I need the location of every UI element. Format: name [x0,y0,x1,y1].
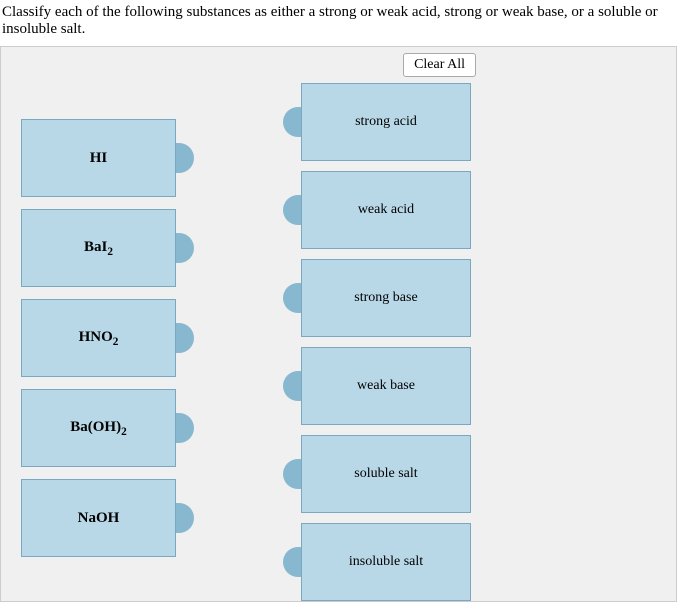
target-label: strong base [354,290,417,306]
connector-out-icon[interactable] [176,413,194,443]
connector-in-icon[interactable] [283,283,301,313]
source-label: HI [90,150,108,167]
question-text: Classify each of the following substance… [0,0,677,46]
source-label: BaI2 [84,239,113,258]
target-label: strong acid [355,114,417,130]
source-item[interactable]: BaI2 [21,209,176,287]
target-bin[interactable]: soluble salt [301,435,471,513]
source-item[interactable]: HNO2 [21,299,176,377]
target-label: weak base [357,378,415,394]
connector-out-icon[interactable] [176,323,194,353]
source-label: HNO2 [79,329,119,348]
connector-in-icon[interactable] [283,371,301,401]
connector-in-icon[interactable] [283,195,301,225]
connector-in-icon[interactable] [283,459,301,489]
target-label: weak acid [358,202,414,218]
matching-workspace: Clear All HI BaI2 HNO2 Ba(OH)2 NaOH stro… [0,46,677,602]
target-bin[interactable]: weak acid [301,171,471,249]
source-item[interactable]: Ba(OH)2 [21,389,176,467]
target-bin[interactable]: strong acid [301,83,471,161]
source-label: Ba(OH)2 [70,419,126,438]
source-label: NaOH [78,510,120,527]
target-bin[interactable]: strong base [301,259,471,337]
source-item[interactable]: NaOH [21,479,176,557]
connector-out-icon[interactable] [176,503,194,533]
target-bin[interactable]: weak base [301,347,471,425]
connector-out-icon[interactable] [176,143,194,173]
target-bin[interactable]: insoluble salt [301,523,471,601]
connector-in-icon[interactable] [283,547,301,577]
target-label: soluble salt [354,466,417,482]
clear-all-button[interactable]: Clear All [403,53,476,77]
target-label: insoluble salt [349,554,423,570]
connector-out-icon[interactable] [176,233,194,263]
connector-in-icon[interactable] [283,107,301,137]
source-item[interactable]: HI [21,119,176,197]
